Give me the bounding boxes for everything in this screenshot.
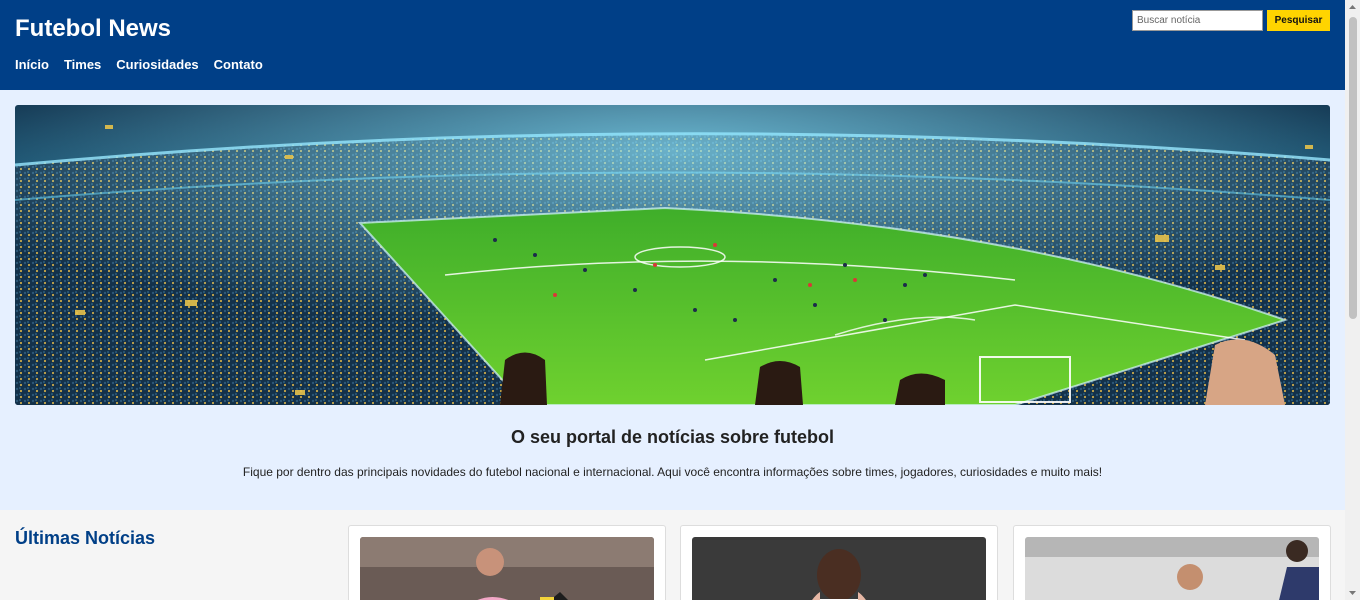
hero-description: Fique por dentro das principais novidade…	[242, 465, 1103, 479]
search-button[interactable]: Pesquisar	[1267, 10, 1330, 31]
nav-link-contato[interactable]: Contato	[214, 57, 263, 73]
latest-news-section: Últimas Notícias	[0, 510, 1345, 600]
news-card-2[interactable]	[680, 525, 998, 600]
player-celebration-photo[interactable]	[692, 537, 986, 600]
vertical-scrollbar[interactable]	[1345, 0, 1360, 600]
scrollbar-thumb[interactable]	[1349, 17, 1357, 319]
latest-news-title: Últimas Notícias	[15, 528, 156, 548]
search-input[interactable]	[1132, 10, 1263, 31]
messi-photo[interactable]	[360, 537, 654, 600]
scroll-up-arrow-icon[interactable]	[1345, 0, 1360, 15]
site-title[interactable]: Futebol News	[15, 15, 171, 43]
news-card-3[interactable]	[1013, 525, 1331, 600]
nav-link-times[interactable]: Times	[64, 57, 101, 73]
nav-link-curiosidades[interactable]: Curiosidades	[116, 57, 198, 73]
page-viewport: Futebol News Início Times Curiosidades C…	[0, 0, 1345, 600]
player-celebration-art	[692, 537, 986, 600]
news-card-1[interactable]	[348, 525, 666, 600]
neymar-santos-art	[1025, 537, 1319, 600]
nav-link-inicio[interactable]: Início	[15, 57, 49, 73]
stadium-banner-image	[15, 105, 1330, 405]
stadium-illustration	[15, 105, 1330, 405]
main-nav: Início Times Curiosidades Contato	[15, 57, 263, 73]
neymar-santos-photo[interactable]	[1025, 537, 1319, 600]
hero-section: O seu portal de notícias sobre futebol F…	[0, 90, 1345, 510]
site-header: Futebol News Início Times Curiosidades C…	[0, 0, 1345, 90]
messi-photo-art	[360, 537, 654, 600]
scroll-down-arrow-icon[interactable]	[1345, 585, 1360, 600]
hero-heading: O seu portal de notícias sobre futebol	[510, 427, 835, 447]
